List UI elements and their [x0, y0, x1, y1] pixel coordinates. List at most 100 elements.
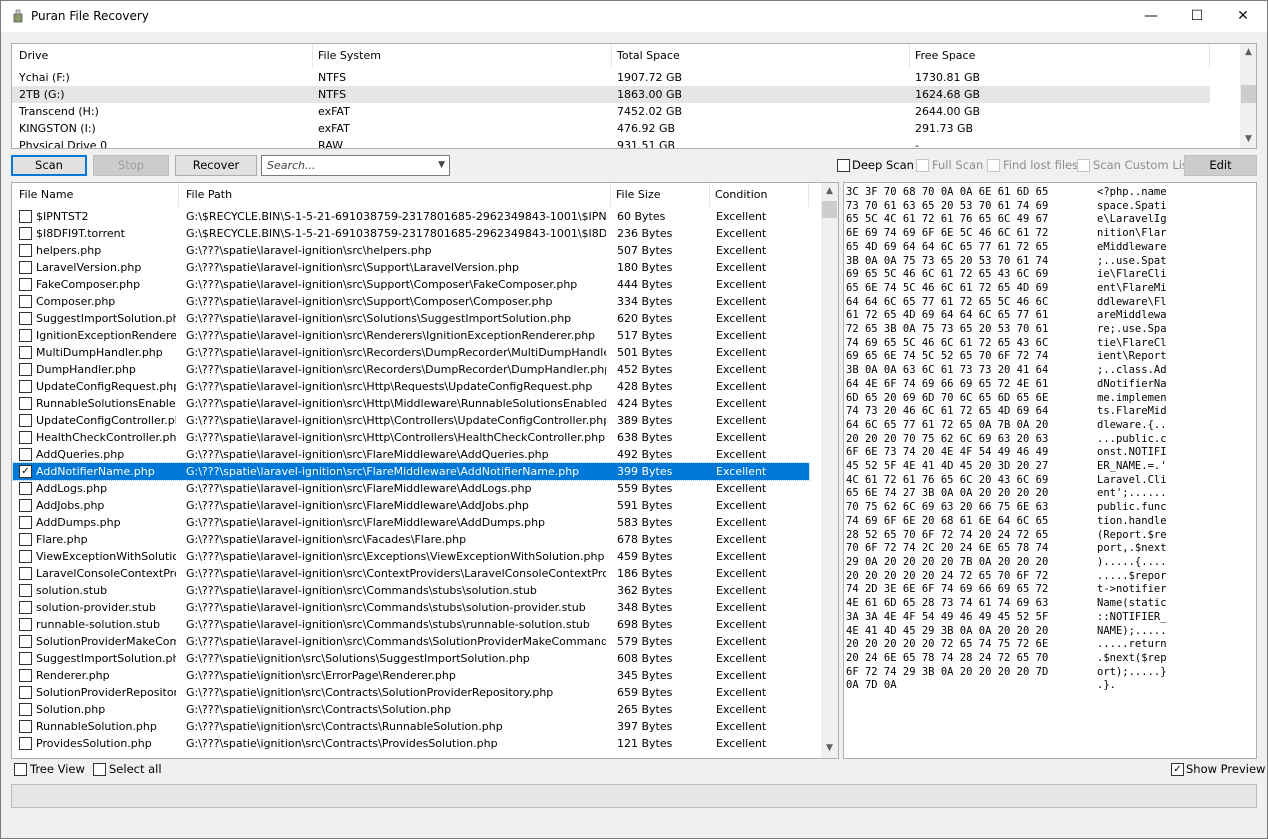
drive-row[interactable]: Physical Drive 0 RAW 931.51 GB -: [12, 137, 1210, 148]
file-row[interactable]: DumpHandler.php G:\???\spatie\laravel-ign…: [13, 361, 809, 378]
file-row-checkbox[interactable]: [19, 244, 32, 257]
tree-view-checkbox[interactable]: [14, 763, 27, 776]
file-row[interactable]: AddQueries.php G:\???\spatie\laravel-igni…: [13, 446, 809, 463]
file-row-checkbox[interactable]: [19, 550, 32, 563]
preview-pane[interactable]: 3C 3F 70 68 70 0A 0A 6E 61 6D 65 73 70 61…: [843, 182, 1257, 759]
chevron-down-icon[interactable]: ▼: [438, 156, 445, 175]
file-row[interactable]: RunnableSolution.php G:\???\spatie\igniti…: [13, 718, 809, 735]
scan-custom-list-label[interactable]: Scan Custom List: [1093, 158, 1192, 172]
column-header-file-system[interactable]: File System: [311, 44, 611, 68]
file-row[interactable]: solution-provider.stub G:\???\spatie\lara…: [13, 599, 809, 616]
scroll-down-icon[interactable]: ▼: [1240, 131, 1256, 148]
title-bar[interactable]: Puran File Recovery — ☐ ✕: [1, 1, 1267, 32]
edit-button[interactable]: Edit: [1184, 155, 1257, 176]
file-row[interactable]: SolutionProviderRepository.... G:\???\spa…: [13, 684, 809, 701]
file-row[interactable]: SolutionProviderMakeCom... G:\???\spatie\…: [13, 633, 809, 650]
recover-button[interactable]: Recover: [175, 155, 257, 176]
file-row-checkbox[interactable]: ✓: [19, 465, 32, 478]
scroll-up-icon[interactable]: ▲: [1240, 44, 1256, 61]
file-row-checkbox[interactable]: [19, 329, 32, 342]
tree-view-label[interactable]: Tree View: [30, 762, 85, 776]
file-row-checkbox[interactable]: [19, 346, 32, 359]
file-row[interactable]: HealthCheckController.php G:\???\spatie\l…: [13, 429, 809, 446]
file-row-checkbox[interactable]: [19, 652, 32, 665]
file-row[interactable]: AddJobs.php G:\???\spatie\laravel-ignitio…: [13, 497, 809, 514]
drive-row[interactable]: Transcend (H:) exFAT 7452.02 GB 2644.00 GB: [12, 103, 1210, 120]
file-row-checkbox[interactable]: [19, 380, 32, 393]
show-preview-label[interactable]: Show Preview: [1186, 762, 1265, 776]
column-header-total-space[interactable]: Total Space: [610, 44, 910, 68]
scroll-thumb[interactable]: [1241, 85, 1256, 103]
find-lost-files-label[interactable]: Find lost files: [1003, 158, 1078, 172]
file-row[interactable]: $IPNTST2 G:\$RECYCLE.BIN\S-1-5-21-6910387…: [13, 208, 809, 225]
file-row[interactable]: LaravelVersion.php G:\???\spatie\laravel-…: [13, 259, 809, 276]
show-preview-checkbox[interactable]: ✓: [1171, 763, 1184, 776]
column-header-free-space[interactable]: Free Space: [908, 44, 1208, 68]
stop-button[interactable]: Stop: [93, 155, 169, 176]
file-row[interactable]: SuggestImportSolution.php G:\???\spatie\l…: [13, 310, 809, 327]
file-row[interactable]: ProvidesSolution.php G:\???\spatie\igniti…: [13, 735, 809, 752]
file-row-checkbox[interactable]: [19, 567, 32, 580]
drive-row[interactable]: KINGSTON (I:) exFAT 476.92 GB 291.73 GB: [12, 120, 1210, 137]
file-row-checkbox[interactable]: [19, 584, 32, 597]
scan-button[interactable]: Scan: [11, 155, 87, 176]
drive-list-scrollbar[interactable]: ▲ ▼: [1240, 44, 1256, 148]
maximize-button[interactable]: ☐: [1174, 1, 1220, 32]
file-row[interactable]: MultiDumpHandler.php G:\???\spatie\larave…: [13, 344, 809, 361]
file-row-checkbox[interactable]: [19, 414, 32, 427]
file-row-checkbox[interactable]: [19, 720, 32, 733]
find-lost-files-checkbox[interactable]: [987, 159, 1000, 172]
file-row[interactable]: $I8DFI9T.torrent G:\$RECYCLE.BIN\S-1-5-21…: [13, 225, 809, 242]
full-scan-checkbox[interactable]: [916, 159, 929, 172]
scroll-thumb[interactable]: [822, 201, 837, 218]
file-row-checkbox[interactable]: [19, 227, 32, 240]
scan-custom-list-checkbox[interactable]: [1077, 159, 1090, 172]
file-row-checkbox[interactable]: [19, 363, 32, 376]
file-row[interactable]: Renderer.php G:\???\spatie\ignition\src\E…: [13, 667, 809, 684]
file-row[interactable]: LaravelConsoleContextPro... G:\???\spatie…: [13, 565, 809, 582]
file-row-checkbox[interactable]: [19, 499, 32, 512]
file-row[interactable]: Flare.php G:\???\spatie\laravel-ignition\…: [13, 531, 809, 548]
file-row-checkbox[interactable]: [19, 601, 32, 614]
file-row-checkbox[interactable]: [19, 312, 32, 325]
file-row[interactable]: runnable-solution.stub G:\???\spatie\lara…: [13, 616, 809, 633]
file-row[interactable]: ViewExceptionWithSolution.... G:\???\spat…: [13, 548, 809, 565]
file-row[interactable]: solution.stub G:\???\spatie\laravel-ignit…: [13, 582, 809, 599]
file-list[interactable]: File Name File Path File Size Condition …: [11, 182, 839, 759]
file-row-checkbox[interactable]: [19, 261, 32, 274]
file-row[interactable]: SuggestImportSolution.php G:\???\spatie\i…: [13, 650, 809, 667]
file-row-checkbox[interactable]: [19, 295, 32, 308]
full-scan-label[interactable]: Full Scan: [932, 158, 983, 172]
file-list-scrollbar[interactable]: ▲ ▼: [821, 183, 838, 758]
scroll-down-icon[interactable]: ▼: [821, 740, 838, 757]
file-row[interactable]: AddLogs.php G:\???\spatie\laravel-ignitio…: [13, 480, 809, 497]
file-row-checkbox[interactable]: [19, 278, 32, 291]
column-header-condition[interactable]: Condition: [708, 183, 808, 207]
file-row-checkbox[interactable]: [19, 397, 32, 410]
file-row[interactable]: RunnableSolutionsEnabled.... G:\???\spati…: [13, 395, 809, 412]
file-row-checkbox[interactable]: [19, 686, 32, 699]
file-row-checkbox[interactable]: [19, 482, 32, 495]
column-header-file-size[interactable]: File Size: [609, 183, 709, 207]
drive-row[interactable]: Ychai (F:) NTFS 1907.72 GB 1730.81 GB: [12, 69, 1210, 86]
close-button[interactable]: ✕: [1220, 1, 1266, 32]
file-row-checkbox[interactable]: [19, 703, 32, 716]
file-row-checkbox[interactable]: [19, 448, 32, 461]
file-row-checkbox[interactable]: [19, 737, 32, 750]
file-row[interactable]: Composer.php G:\???\spatie\laravel-igniti…: [13, 293, 809, 310]
column-header-drive[interactable]: Drive: [12, 44, 312, 68]
minimize-button[interactable]: —: [1128, 1, 1174, 32]
file-row-checkbox[interactable]: [19, 533, 32, 546]
file-row[interactable]: ✓ AddNotifierName.php G:\???\spatie\larave…: [12, 462, 810, 481]
file-row-checkbox[interactable]: [19, 516, 32, 529]
column-divider[interactable]: [1209, 44, 1210, 68]
file-row-checkbox[interactable]: [19, 210, 32, 223]
file-row[interactable]: IgnitionExceptionRenderer.... G:\???\spat…: [13, 327, 809, 344]
file-row-checkbox[interactable]: [19, 669, 32, 682]
file-row-checkbox[interactable]: [19, 618, 32, 631]
select-all-label[interactable]: Select all: [109, 762, 162, 776]
file-row[interactable]: Solution.php G:\???\spatie\ignition\src\C…: [13, 701, 809, 718]
column-header-file-name[interactable]: File Name: [12, 183, 177, 207]
file-row[interactable]: AddDumps.php G:\???\spatie\laravel-igniti…: [13, 514, 809, 531]
column-header-file-path[interactable]: File Path: [179, 183, 609, 207]
